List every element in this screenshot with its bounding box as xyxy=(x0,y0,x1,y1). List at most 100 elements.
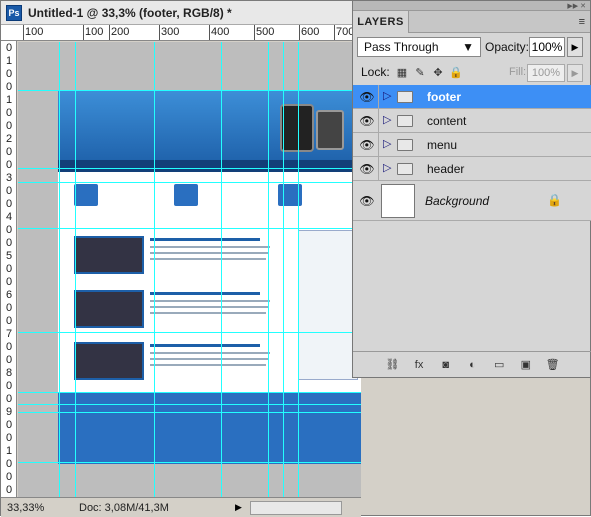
guide-vertical[interactable] xyxy=(221,42,222,497)
folder-icon xyxy=(397,139,413,151)
mock-post-title xyxy=(150,292,260,295)
guide-vertical[interactable] xyxy=(268,42,269,497)
guide-horizontal[interactable] xyxy=(18,90,361,91)
new-group-icon[interactable]: ▭ xyxy=(491,357,507,373)
ruler-label: 0 xyxy=(6,159,13,171)
mock-features-row xyxy=(58,180,361,222)
layers-panel: ▶▶ ✕ LAYERS ≡ Pass Through ▼ Opacity: 10… xyxy=(352,0,591,378)
vertical-ruler[interactable]: 01001002003004005006007008009001000 xyxy=(1,41,17,497)
adjustment-layer-icon[interactable]: ◐ xyxy=(464,357,480,373)
new-layer-icon[interactable]: ▣ xyxy=(518,357,534,373)
ruler-label: 0 xyxy=(6,432,13,444)
layer-content[interactable]: 👁 ▷ content xyxy=(353,109,591,133)
lock-row: Lock: ▦ ✎ ✥ 🔒 Fill: 100% ▶ xyxy=(353,62,591,84)
ruler-label: 1 xyxy=(6,445,13,457)
document-canvas[interactable] xyxy=(58,90,361,464)
ruler-label: 9 xyxy=(6,406,13,418)
panel-menu-icon[interactable]: ≡ xyxy=(579,16,585,28)
layer-mask-icon[interactable]: ◙ xyxy=(438,357,454,373)
lock-position-icon[interactable]: ✥ xyxy=(431,65,445,79)
eye-icon[interactable]: 👁 xyxy=(357,193,377,209)
layer-menu[interactable]: 👁 ▷ menu xyxy=(353,133,591,157)
mock-post-thumbnail xyxy=(74,290,144,328)
mock-footer xyxy=(58,392,361,464)
guide-vertical[interactable] xyxy=(75,42,76,497)
ruler-label: 400 xyxy=(211,26,230,38)
guide-horizontal[interactable] xyxy=(18,404,361,405)
opacity-input[interactable]: 100% xyxy=(529,37,565,57)
layer-name: content xyxy=(427,114,467,128)
mock-post-thumbnail xyxy=(74,342,144,380)
panel-tab-bar: LAYERS ≡ xyxy=(353,11,590,33)
ruler-label: 1 xyxy=(6,55,13,67)
guide-vertical[interactable] xyxy=(154,42,155,497)
mock-post-line xyxy=(150,258,266,260)
layer-background[interactable]: 👁 Background 🔒 xyxy=(353,181,591,221)
zoom-level[interactable]: 33,33% xyxy=(7,500,55,516)
layer-style-icon[interactable]: fx xyxy=(411,357,427,373)
ruler-tick xyxy=(23,25,24,40)
blend-mode-select[interactable]: Pass Through ▼ xyxy=(357,37,481,57)
guide-horizontal[interactable] xyxy=(18,168,361,169)
ruler-label: 3 xyxy=(6,172,13,184)
link-layers-icon[interactable]: ⛓ xyxy=(384,357,400,373)
ruler-tick xyxy=(159,25,160,40)
eye-icon[interactable]: 👁 xyxy=(357,137,377,153)
mock-post-line xyxy=(150,364,266,366)
expand-arrow-icon[interactable]: ▷ xyxy=(383,113,391,126)
horizontal-ruler[interactable]: 100100200300400500600700800 xyxy=(1,25,361,41)
document-titlebar[interactable]: Ps Untitled-1 @ 33,3% (footer, RGB/8) * xyxy=(1,1,361,25)
guide-horizontal[interactable] xyxy=(18,412,361,413)
expand-arrow-icon[interactable]: ▷ xyxy=(383,137,391,150)
ruler-label: 100 xyxy=(85,26,104,38)
lock-pixels-icon[interactable]: ✎ xyxy=(413,65,427,79)
opacity-label: Opacity: xyxy=(485,40,530,54)
eye-icon[interactable]: 👁 xyxy=(357,89,377,105)
expand-arrow-icon[interactable]: ▷ xyxy=(383,89,391,102)
eye-icon[interactable]: 👁 xyxy=(357,113,377,129)
layer-footer[interactable]: 👁 ▷ footer xyxy=(353,85,591,109)
trash-icon[interactable]: 🗑 xyxy=(545,357,561,373)
opacity-slider-button[interactable]: ▶ xyxy=(567,37,583,57)
panel-collapse-bar[interactable]: ▶▶ ✕ xyxy=(353,1,590,11)
ruler-label: 0 xyxy=(6,393,13,405)
tab-layers[interactable]: LAYERS xyxy=(353,11,409,33)
horizontal-scrollbar[interactable] xyxy=(249,500,342,515)
ruler-label: 0 xyxy=(6,354,13,366)
mock-post-line xyxy=(150,246,270,248)
ruler-tick xyxy=(334,25,335,40)
status-menu-arrow-icon[interactable]: ▶ xyxy=(235,502,242,513)
mock-post xyxy=(74,236,289,276)
divider xyxy=(378,157,379,181)
layer-name: header xyxy=(427,162,465,176)
ruler-label: 0 xyxy=(6,237,13,249)
guide-vertical[interactable] xyxy=(298,42,299,497)
mock-navigation-bar xyxy=(58,160,361,172)
fill-input[interactable]: 100% xyxy=(527,64,565,82)
layer-header[interactable]: 👁 ▷ header xyxy=(353,157,591,181)
eye-icon[interactable]: 👁 xyxy=(357,161,377,177)
ruler-label: 500 xyxy=(256,26,275,38)
guide-horizontal[interactable] xyxy=(18,228,361,229)
ruler-label: 0 xyxy=(6,81,13,93)
fill-slider-button[interactable]: ▶ xyxy=(567,64,583,82)
ruler-label: 0 xyxy=(6,68,13,80)
mock-post-line xyxy=(150,358,268,360)
layers-list: 👁 ▷ footer 👁 ▷ content 👁 ▷ menu 👁 ▷ head… xyxy=(353,85,591,221)
ruler-label: 5 xyxy=(6,250,13,262)
ruler-label: 1 xyxy=(6,94,13,106)
canvas-area[interactable] xyxy=(18,42,361,497)
guide-horizontal[interactable] xyxy=(18,332,361,333)
guide-vertical[interactable] xyxy=(59,42,60,497)
mock-phone-image xyxy=(280,104,314,152)
lock-transparency-icon[interactable]: ▦ xyxy=(395,65,409,79)
guide-horizontal[interactable] xyxy=(18,392,361,393)
document-size[interactable]: Doc: 3,08M/41,3M xyxy=(79,502,229,514)
mock-post-line xyxy=(150,300,270,302)
guide-vertical[interactable] xyxy=(283,42,284,497)
guide-horizontal[interactable] xyxy=(18,462,361,463)
lock-all-icon[interactable]: 🔒 xyxy=(449,65,463,79)
mock-phone-image-2 xyxy=(316,110,344,150)
expand-arrow-icon[interactable]: ▷ xyxy=(383,161,391,174)
guide-horizontal[interactable] xyxy=(18,182,361,183)
